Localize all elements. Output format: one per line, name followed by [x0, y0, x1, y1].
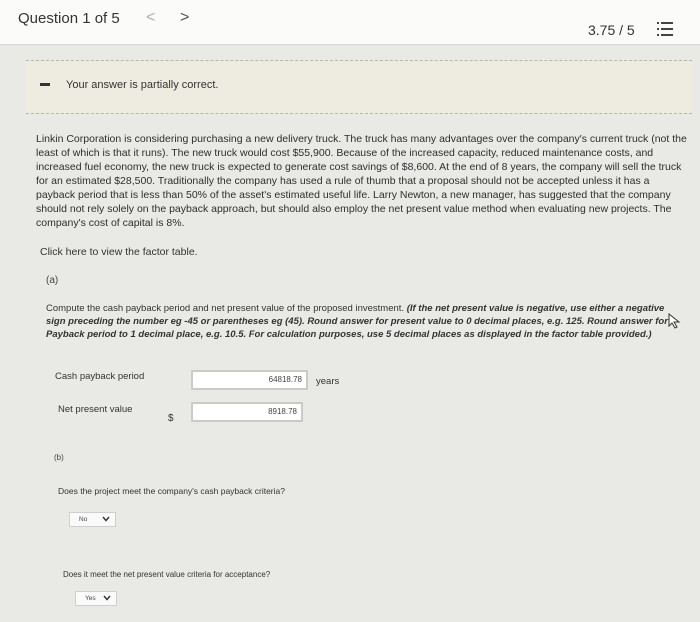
payback-label: Cash payback period — [55, 371, 145, 382]
npv-input[interactable]: 8918.78 — [191, 402, 303, 422]
question-counter: Question 1 of 5 — [18, 10, 120, 27]
payback-criteria-select[interactable]: No — [69, 512, 116, 527]
part-a-label: (a) — [46, 275, 59, 286]
partial-correct-icon — [40, 83, 50, 86]
list-icon[interactable] — [657, 22, 673, 36]
part-b-label: (b) — [54, 453, 64, 462]
payback-unit: years — [316, 376, 340, 387]
factor-table-link[interactable]: Click here to view the factor table. — [40, 246, 198, 258]
score-display: 3.75 / 5 — [588, 22, 635, 38]
feedback-banner: Your answer is partially correct. — [26, 60, 692, 114]
cursor-icon — [668, 313, 681, 329]
previous-question-button[interactable]: < — [146, 9, 155, 27]
npv-criteria-value: Yes — [85, 595, 96, 602]
feedback-text: Your answer is partially correct. — [66, 79, 219, 91]
currency-symbol: $ — [168, 413, 174, 424]
part-a-instructions: Compute the cash payback period and net … — [46, 302, 676, 341]
chevron-down-icon — [103, 595, 111, 601]
payback-criteria-value: No — [79, 516, 88, 523]
payback-criteria-question: Does the project meet the company's cash… — [58, 486, 285, 496]
npv-label: Net present value — [58, 404, 133, 415]
npv-criteria-select[interactable]: Yes — [75, 591, 117, 606]
npv-criteria-question: Does it meet the net present value crite… — [63, 570, 271, 579]
problem-statement: Linkin Corporation is considering purcha… — [36, 133, 687, 229]
chevron-down-icon — [102, 516, 110, 522]
top-bar: Question 1 of 5 < > 3.75 / 5 — [0, 0, 700, 45]
payback-period-input[interactable]: 64818.78 — [191, 370, 308, 390]
next-question-button[interactable]: > — [180, 9, 189, 27]
instruction-text: Compute the cash payback period and net … — [46, 303, 407, 314]
